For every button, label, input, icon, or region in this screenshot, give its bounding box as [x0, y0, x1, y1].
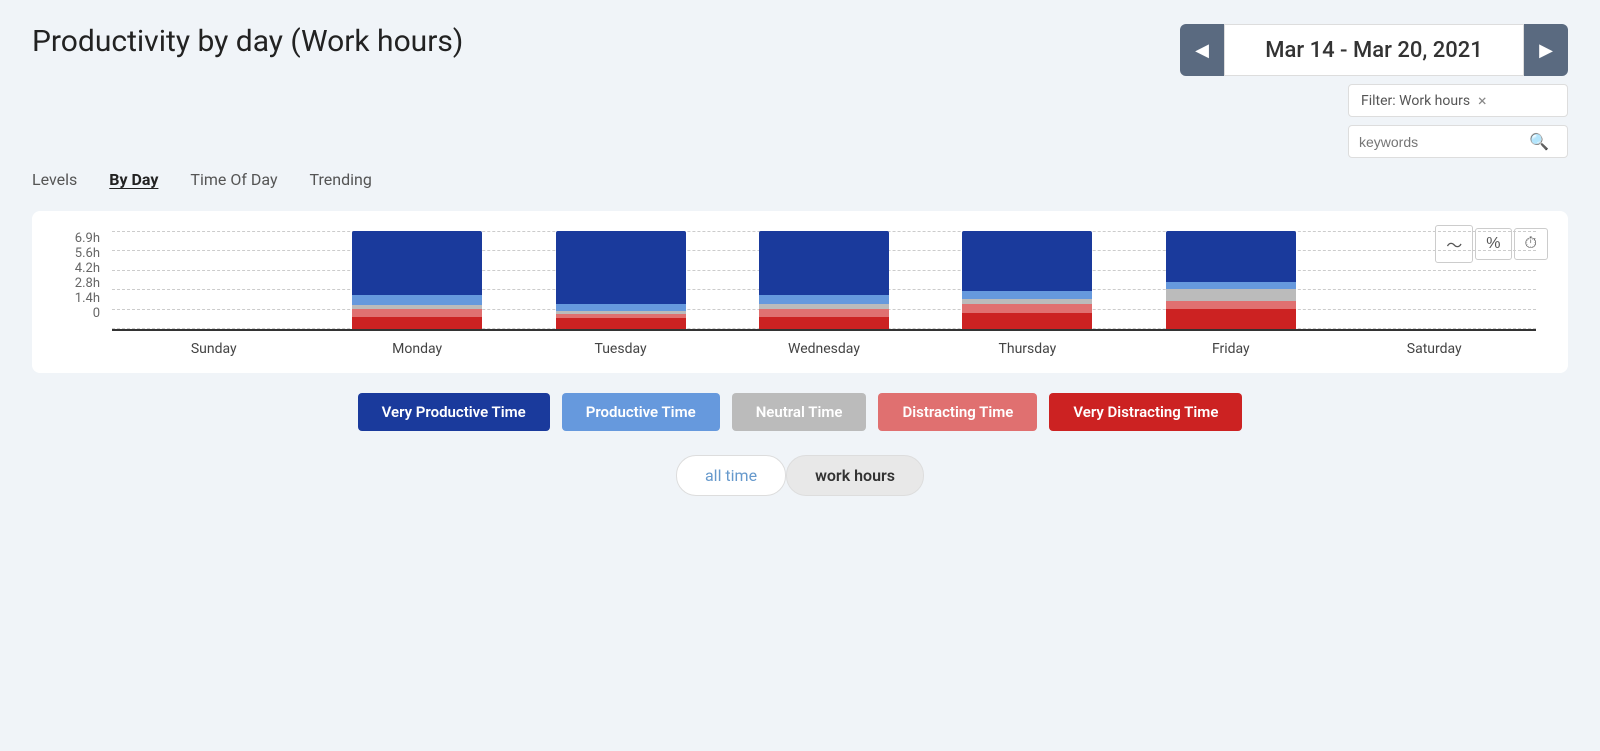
nav-tabs: Levels By Day Time Of Day Trending	[32, 170, 1568, 191]
bar-segment-productive	[352, 295, 482, 304]
bar-segment-veryProductive	[962, 231, 1092, 291]
prev-date-button[interactable]: ◀	[1180, 24, 1224, 76]
x-axis: SundayMondayTuesdayWednesdayThursdayFrid…	[112, 329, 1536, 357]
x-label: Friday	[1129, 341, 1332, 357]
nav-tab-trending[interactable]: Trending	[310, 170, 372, 191]
day-column	[1333, 231, 1536, 329]
search-icon[interactable]: 🔍	[1529, 132, 1549, 151]
bottom-tab-all-time[interactable]: all time	[676, 455, 786, 496]
bar-stack	[1166, 231, 1296, 329]
y-label: 1.4h	[75, 291, 100, 306]
bar-segment-productive	[759, 295, 889, 303]
bar-stack	[962, 231, 1092, 329]
bar-segment-veryProductive	[556, 231, 686, 304]
search-bar: 🔍	[1348, 125, 1568, 158]
day-column	[1129, 231, 1332, 329]
y-label: 5.6h	[75, 246, 100, 261]
bar-segment-productive	[556, 304, 686, 311]
x-label: Sunday	[112, 341, 315, 357]
nav-tab-by-day[interactable]: By Day	[109, 170, 158, 191]
filter-close-icon[interactable]: ×	[1478, 91, 1487, 110]
bar-segment-veryProductive	[1166, 231, 1296, 282]
bar-segment-distracting	[1166, 301, 1296, 310]
filter-bar: Filter: Work hours ×	[1348, 84, 1568, 117]
bars-area	[112, 231, 1536, 329]
day-column	[519, 231, 722, 329]
bar-segment-distracting	[759, 309, 889, 317]
top-right-controls: ◀ Mar 14 - Mar 20, 2021 ▶ Filter: Work h…	[1180, 24, 1568, 158]
day-column	[112, 231, 315, 329]
legend: Very Productive Time Productive Time Neutr…	[32, 393, 1568, 431]
legend-item-very-distracting: Very Distracting Time	[1049, 393, 1242, 431]
x-label: Monday	[315, 341, 518, 357]
bar-segment-veryDistracting	[962, 313, 1092, 329]
x-label: Thursday	[926, 341, 1129, 357]
chart-area: 〜 % ⏱ 6.9h5.6h4.2h2.8h1.4h0 SundayMonday…	[32, 211, 1568, 373]
bar-segment-veryProductive	[352, 231, 482, 295]
x-label: Tuesday	[519, 341, 722, 357]
nav-tab-levels[interactable]: Levels	[32, 170, 77, 191]
x-label: Wednesday	[722, 341, 925, 357]
bar-segment-veryDistracting	[556, 318, 686, 329]
legend-item-very-productive: Very Productive Time	[358, 393, 550, 431]
bottom-tabs: all timework hours	[32, 455, 1568, 496]
legend-item-neutral: Neutral Time	[732, 393, 867, 431]
bars-container	[112, 231, 1536, 329]
x-label: Saturday	[1333, 341, 1536, 357]
day-column	[722, 231, 925, 329]
bar-segment-distracting	[352, 309, 482, 317]
bottom-tab-work-hours[interactable]: work hours	[786, 455, 924, 496]
bar-segment-veryDistracting	[1166, 309, 1296, 329]
bar-stack	[556, 231, 686, 329]
date-range-label: Mar 14 - Mar 20, 2021	[1224, 24, 1524, 76]
page-title: Productivity by day (Work hours)	[32, 24, 463, 59]
y-label: 6.9h	[75, 231, 100, 246]
y-label: 2.8h	[75, 276, 100, 291]
filter-label: Filter: Work hours	[1361, 93, 1470, 109]
bar-stack	[759, 231, 889, 329]
nav-tab-time-of-day[interactable]: Time Of Day	[190, 170, 277, 191]
bar-segment-distracting	[962, 304, 1092, 313]
filter-tag: Filter: Work hours ×	[1348, 84, 1568, 117]
chart-inner: SundayMondayTuesdayWednesdayThursdayFrid…	[112, 231, 1536, 357]
legend-item-distracting: Distracting Time	[878, 393, 1037, 431]
next-date-button[interactable]: ▶	[1524, 24, 1568, 76]
bar-segment-neutral	[1166, 289, 1296, 300]
day-column	[926, 231, 1129, 329]
y-axis: 6.9h5.6h4.2h2.8h1.4h0	[64, 231, 112, 357]
bar-segment-veryProductive	[759, 231, 889, 295]
date-navigator: ◀ Mar 14 - Mar 20, 2021 ▶	[1180, 24, 1568, 76]
legend-item-productive: Productive Time	[562, 393, 720, 431]
y-label: 0	[93, 306, 100, 321]
search-input[interactable]	[1359, 134, 1529, 150]
y-label: 4.2h	[75, 261, 100, 276]
bar-segment-productive	[962, 291, 1092, 300]
bar-stack	[352, 231, 482, 329]
chart-wrapper: 6.9h5.6h4.2h2.8h1.4h0 SundayMondayTuesda…	[64, 231, 1536, 357]
bar-segment-veryDistracting	[759, 317, 889, 329]
day-column	[315, 231, 518, 329]
bar-segment-productive	[1166, 282, 1296, 289]
bar-segment-veryDistracting	[352, 317, 482, 329]
